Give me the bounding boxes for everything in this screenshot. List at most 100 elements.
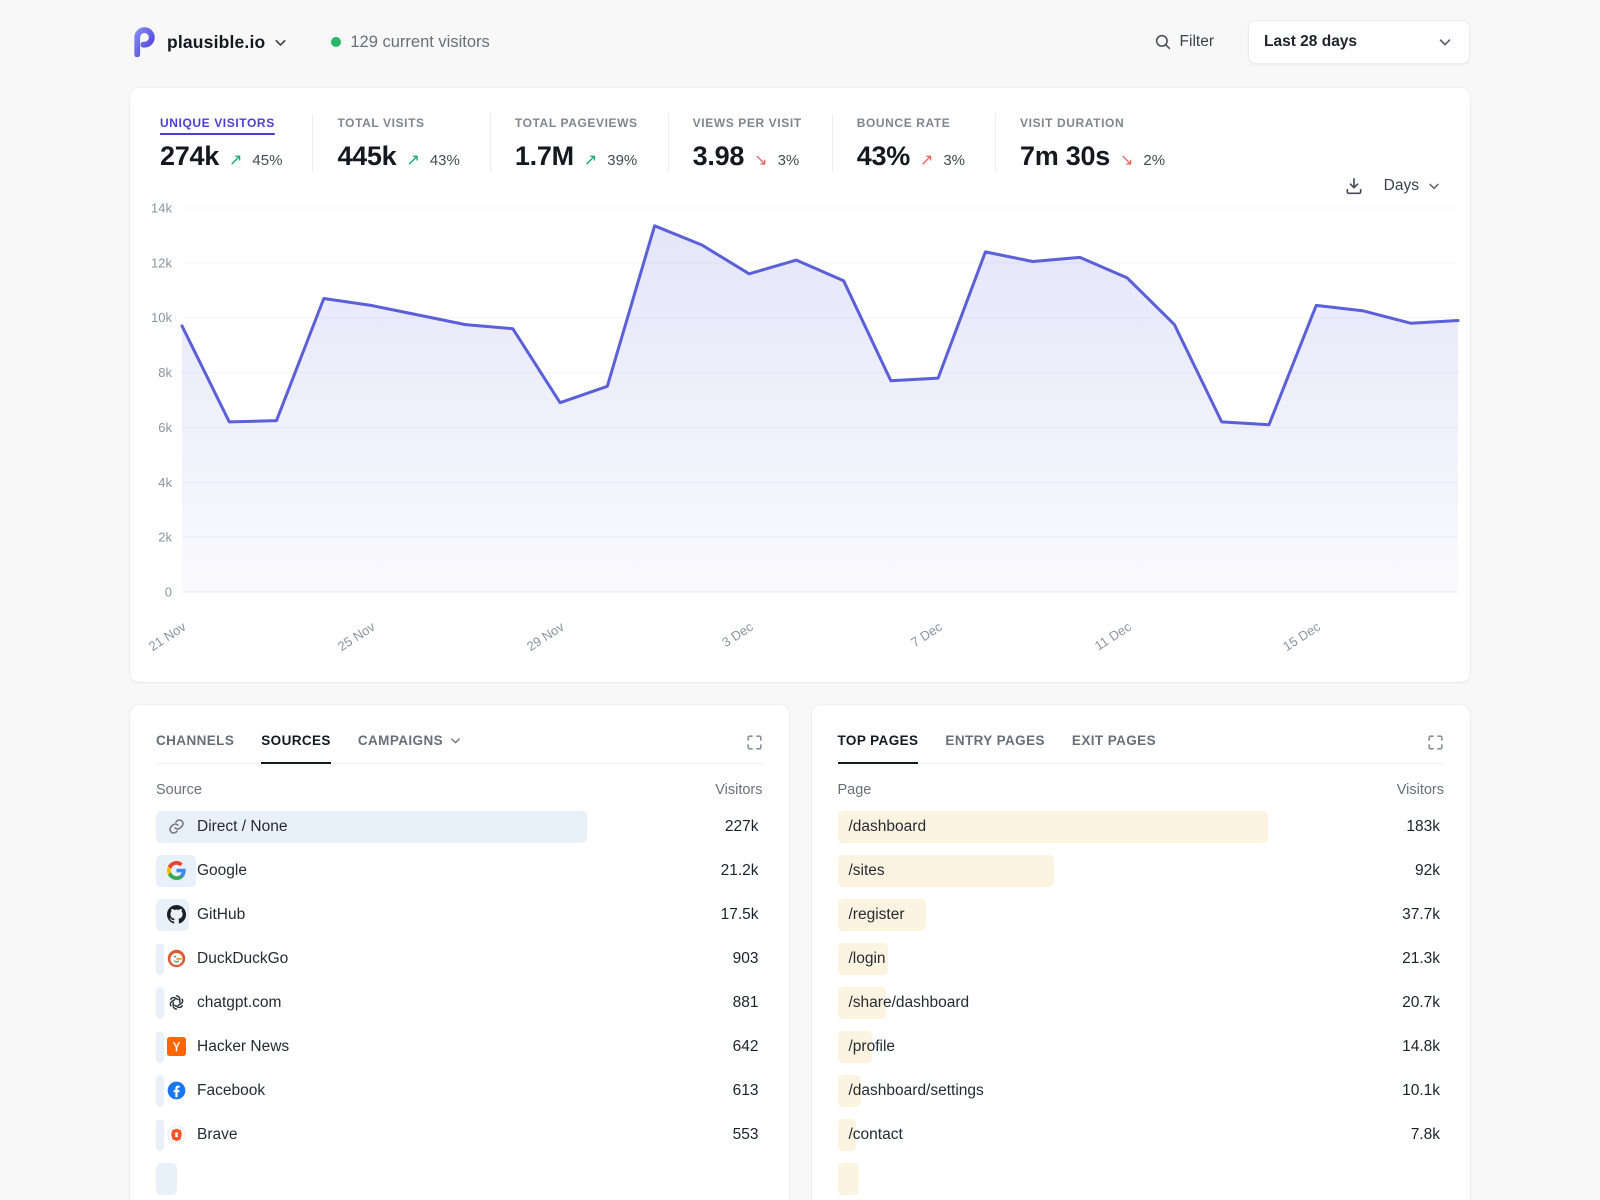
pages-tab-top-pages[interactable]: TOP PAGES [838,733,919,764]
page-row[interactable]: /register37.7k [838,893,1445,937]
row-label: Direct / None [197,818,287,836]
stat-unique-visitors[interactable]: UNIQUE VISITORS274k↗45% [160,114,312,172]
stat-value: 43% [857,141,910,172]
pages-panel: TOP PAGES ENTRY PAGES EXIT PAGES Page Visi… [812,705,1471,1200]
date-range-label: Last 28 days [1264,33,1357,51]
interval-select[interactable]: Days [1384,177,1442,195]
duckduckgo-icon [167,949,186,968]
page-row[interactable]: /dashboard/settings10.1k [838,1069,1445,1113]
page-row[interactable]: /contact7.8k [838,1113,1445,1157]
row-bar [156,1163,177,1195]
x-axis-tick: 25 Nov [335,619,378,652]
row-value: 183k [1406,818,1440,836]
google-icon [167,861,186,880]
row-value: 14.8k [1402,1038,1440,1056]
pages-columns: Page Visitors [838,782,1445,798]
source-row[interactable]: GitHub17.5k [156,893,763,937]
row-value: 613 [733,1082,759,1100]
trend-up-arrow-icon: ↗ [229,150,242,170]
row-label: /profile [849,1038,896,1056]
x-axis-tick: 15 Dec [1280,619,1323,652]
page-row[interactable]: /share/dashboard 20.7k [838,981,1445,1025]
page-row[interactable]: /dashboard183k [838,805,1445,849]
live-dot-icon [331,37,341,47]
trend-down-arrow-icon: ↘ [1120,150,1133,170]
source-row[interactable]: DuckDuckGo 903 [156,937,763,981]
source-row[interactable]: chatgpt.com881 [156,981,763,1025]
pages-tab-exit-pages[interactable]: EXIT PAGES [1072,733,1156,763]
tab-label: ENTRY PAGES [945,733,1044,748]
row-value: 20.7k [1402,994,1440,1012]
row-value: 37.7k [1402,906,1440,924]
page-row[interactable]: /profile 14.8k [838,1025,1445,1069]
row-label: GitHub [197,906,245,924]
date-range-picker[interactable]: Last 28 days [1248,20,1470,64]
current-visitors-label: 129 current visitors [350,33,489,52]
stat-change: 43% [430,152,460,169]
stat-value: 1.7M [515,141,574,172]
row-value: 21.2k [721,862,759,880]
stat-total-pageviews[interactable]: TOTAL PAGEVIEWS1.7M↗39% [490,114,668,172]
sources-tab-campaigns[interactable]: CAMPAIGNS [358,733,463,763]
source-row[interactable]: Direct / None227k [156,805,763,849]
source-row[interactable]: Google21.2k [156,849,763,893]
chevron-down-icon [1426,178,1442,194]
row-label: /dashboard/settings [849,1082,984,1100]
site-name[interactable]: plausible.io [167,32,265,53]
page-row[interactable]: /sites92k [838,849,1445,893]
row-label: DuckDuckGo [197,950,288,968]
search-icon [1154,33,1172,51]
pages-list: /dashboard183k/sites92k/register37.7k/lo… [838,805,1445,1200]
x-axis-tick: 21 Nov [146,619,189,652]
stat-change: 39% [607,152,637,169]
current-visitors[interactable]: 129 current visitors [331,33,489,52]
sources-tab-channels[interactable]: CHANNELS [156,733,234,763]
sources-columns: Source Visitors [156,782,763,798]
download-icon[interactable] [1344,176,1364,196]
source-row[interactable]: Hacker News642 [156,1025,763,1069]
visitors-card: UNIQUE VISITORS274k↗45%TOTAL VISITS445k↗… [130,88,1470,682]
stat-value: 7m 30s [1020,141,1110,172]
source-row[interactable]: Brave553 [156,1113,763,1157]
site-switcher-chevron-icon[interactable] [272,34,289,51]
y-axis-tick: 0 [165,585,172,600]
stat-change: 2% [1143,152,1165,169]
y-axis-tick: 12k [151,255,172,270]
trend-up-arrow-icon: ↗ [584,150,597,170]
stat-visit-duration[interactable]: VISIT DURATION7m 30s↘2% [995,114,1195,172]
trend-down-arrow-icon: ↘ [754,150,767,170]
row-label: Brave [197,1126,238,1144]
sources-list: Direct / None227kGoogle21.2kGitHub17.5kD… [156,805,763,1200]
filter-label: Filter [1180,33,1214,51]
tab-label: CAMPAIGNS [358,733,443,748]
trend-up-arrow-icon: ↗ [920,150,933,170]
row-bar [156,943,164,975]
sources-tab-sources[interactable]: SOURCES [261,733,331,764]
stat-total-visits[interactable]: TOTAL VISITS445k↗43% [312,114,489,172]
stat-views-per-visit[interactable]: VIEWS PER VISIT3.98↘3% [668,114,832,172]
y-axis-tick: 14k [151,201,172,216]
filter-button[interactable]: Filter [1154,33,1214,51]
page-row[interactable]: /login21.3k [838,937,1445,981]
pages-tab-entry-pages[interactable]: ENTRY PAGES [945,733,1044,763]
column-visitors: Visitors [715,782,762,798]
stats-row: UNIQUE VISITORS274k↗45%TOTAL VISITS445k↗… [130,114,1470,172]
hackernews-icon [167,1037,186,1056]
brave-icon [167,1125,186,1144]
x-axis-tick: 29 Nov [524,619,567,652]
stat-bounce-rate[interactable]: BOUNCE RATE43%↗3% [832,114,995,172]
tab-label: EXIT PAGES [1072,733,1156,748]
plausible-logo-icon [130,27,157,57]
github-icon [167,905,186,924]
row-value: 92k [1415,862,1440,880]
row-bar [156,987,164,1019]
openai-icon [167,993,186,1012]
expand-icon[interactable] [1426,733,1445,752]
tab-label: CHANNELS [156,733,234,748]
expand-icon[interactable] [745,733,764,752]
row-label: /share/dashboard [849,994,970,1012]
x-axis-tick: 7 Dec [908,619,945,650]
source-row[interactable]: Facebook613 [156,1069,763,1113]
row-value: 903 [733,950,759,968]
stat-label: BOUNCE RATE [857,116,965,130]
